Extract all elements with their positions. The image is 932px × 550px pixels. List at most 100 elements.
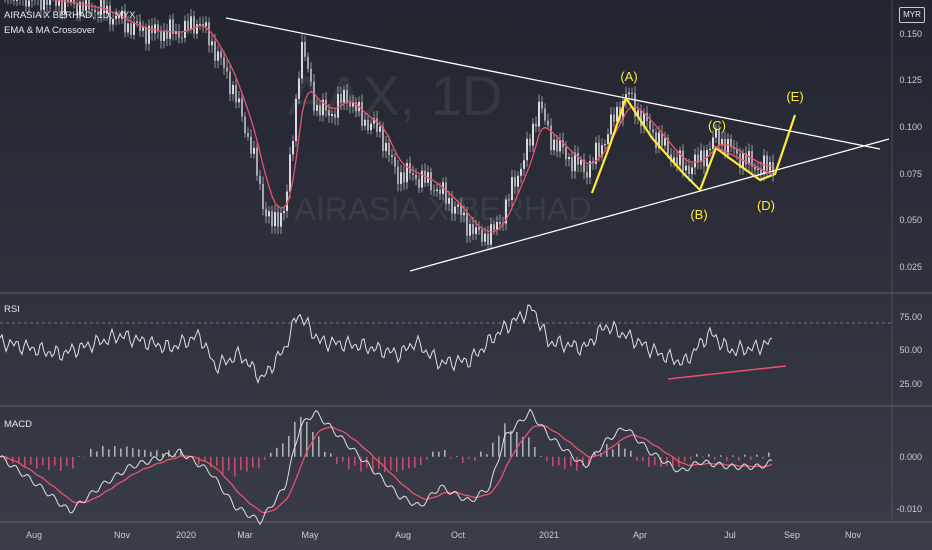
time-tick-label: Oct [451,530,466,540]
macd-histogram-bar [576,456,578,471]
macd-histogram-bar [384,456,386,473]
macd-histogram-bar [258,456,260,469]
macd-histogram-bar [312,432,314,457]
candle-body [766,155,768,171]
candle-body [523,160,525,169]
candle-body [43,0,45,10]
macd-histogram-bar [486,454,488,457]
candle-body [439,189,441,194]
macd-histogram-bar [246,456,248,472]
macd-histogram-bar [552,456,554,467]
macd-histogram-bar [720,455,722,457]
candle-body [481,229,483,242]
candle-body [517,175,519,187]
symbol-title[interactable]: AIRASIA X BERHAD, 1D, MYX [4,10,135,21]
candle-body [685,165,687,171]
candle-body [511,177,513,200]
candle-body [133,22,135,35]
currency-badge[interactable]: MYR [899,7,925,23]
candle-body [412,173,414,175]
candle-body [334,114,336,118]
candle-body [463,212,465,216]
macd-histogram-bar [36,456,38,469]
indicator-title[interactable]: EMA & MA Crossover [4,25,95,36]
macd-histogram-bar [702,456,704,458]
candle-body [688,165,690,175]
candle-body [472,224,474,234]
candle-body [610,114,612,135]
price-tick-label: 0.050 [899,215,922,225]
price-tick-label: 0.150 [899,29,922,39]
price-tick-label: 0.025 [899,262,922,272]
candle-body [337,94,339,118]
price-tick-label: 0.125 [899,75,922,85]
macd-histogram-bar [450,456,452,459]
candle-body [664,138,666,146]
candle-body [430,172,432,191]
time-tick-label: Mar [237,530,253,540]
candle-body [55,0,57,6]
candle-body [181,37,183,39]
candle-body [382,126,384,152]
trading-chart[interactable]: AAX, 1D AIRASIA X BERHAD (A) (B) (C) (D)… [0,0,932,550]
macd-histogram-bar [330,453,332,457]
candle-body [256,147,258,176]
price-tick-label: 0.075 [899,169,922,179]
macd-histogram-bar [570,456,572,467]
candle-body [169,19,171,39]
candle-body [274,212,276,227]
candle-body [271,211,273,227]
macd-histogram-bar [402,456,404,471]
candle-body [403,172,405,183]
candle-body [364,119,366,126]
candle-body [361,101,363,126]
candle-body [376,118,378,132]
macd-histogram-bar [378,456,380,470]
candle-body [232,84,234,95]
macd-histogram-bar [510,430,512,457]
macd-histogram-bar [30,456,32,465]
candle-body [541,101,543,109]
macd-histogram-bar [546,456,548,462]
macd-histogram-bar [132,448,134,457]
candle-body [13,0,15,2]
candle-body [556,139,558,152]
macd-histogram-bar [90,448,92,457]
candle-body [313,81,315,111]
macd-histogram-bar [654,456,656,466]
candle-body [40,0,42,10]
candle-body [709,148,711,151]
macd-histogram-bar [612,449,614,457]
candle-body [226,67,228,72]
candle-body [277,212,279,227]
candle-body [607,134,609,145]
macd-histogram-bar [84,456,86,458]
candle-body [262,183,264,209]
time-tick-label: May [301,530,319,540]
macd-histogram-bar [432,451,434,457]
macd-tick-label: -0.010 [896,504,922,514]
candle-body [190,16,192,30]
macd-histogram-bar [492,442,494,457]
macd-histogram-bar [420,456,422,466]
candle-body [469,224,471,236]
candle-body [247,133,249,137]
candle-body [220,51,222,58]
candle-body [28,0,30,7]
macd-histogram-bar [408,456,410,469]
candle-body [328,110,330,116]
candle-body [397,166,399,184]
macd-histogram-bar [564,456,566,470]
candle-body [391,154,393,158]
time-tick-label: 2021 [539,530,559,540]
candle-body [544,108,546,121]
macd-histogram-bar [348,456,350,470]
candle-body [433,190,435,192]
candle-body [571,157,573,172]
candle-body [187,20,189,30]
time-tick-label: Apr [633,530,647,540]
macd-histogram-bar [42,456,44,466]
candle-body [415,174,417,180]
candle-body [295,98,297,142]
candle-body [445,182,447,204]
